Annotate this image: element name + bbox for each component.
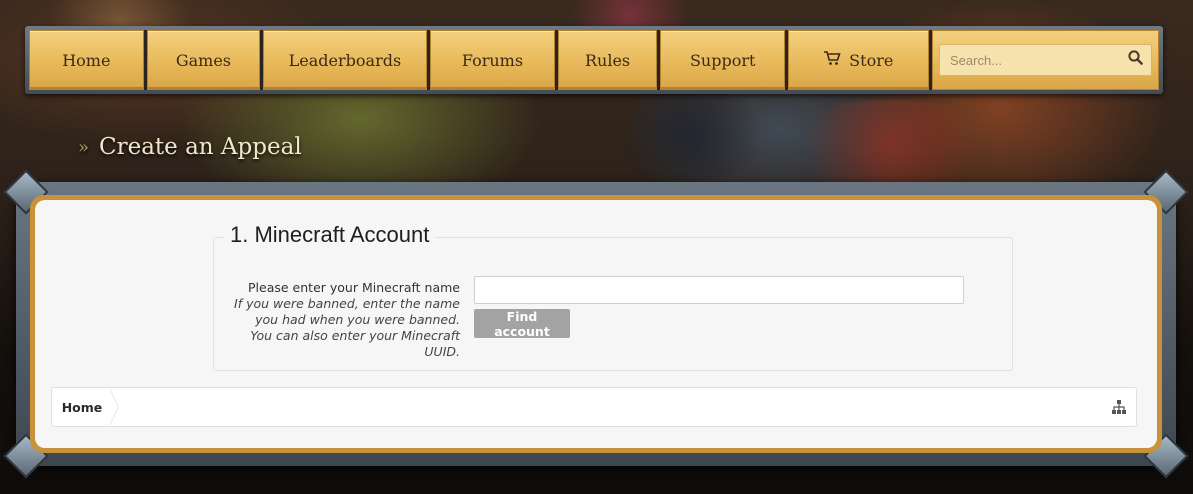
nav-item-label: Support xyxy=(689,50,756,70)
nav-item-label: Rules xyxy=(584,50,631,70)
sitemap-icon[interactable] xyxy=(1112,400,1126,414)
nav-item-label: Home xyxy=(62,50,111,70)
content-gold-border: 1. Minecraft Account Please enter your M… xyxy=(30,195,1162,453)
nav-item-label: Games xyxy=(175,50,231,70)
nav-item-store[interactable]: Store xyxy=(788,30,929,90)
title-arrow: » xyxy=(78,136,90,158)
main-navigation: Home Games Leaderboards Forums Rules Sup… xyxy=(25,26,1163,94)
minecraft-account-fieldset: 1. Minecraft Account Please enter your M… xyxy=(213,222,1013,371)
nav-item-rules[interactable]: Rules xyxy=(558,30,657,90)
field-label: Please enter your Minecraft name xyxy=(248,280,460,295)
cart-icon xyxy=(824,50,841,70)
content-frame: 1. Minecraft Account Please enter your M… xyxy=(3,169,1189,479)
breadcrumb-home[interactable]: Home xyxy=(52,388,112,426)
search-icon[interactable] xyxy=(1128,50,1143,70)
page-title: » Create an Appeal xyxy=(78,134,302,160)
find-account-button[interactable]: Find account xyxy=(474,309,570,339)
breadcrumb-separator-fill xyxy=(109,388,118,426)
minecraft-name-input[interactable] xyxy=(474,276,964,304)
nav-item-leaderboards[interactable]: Leaderboards xyxy=(263,30,427,90)
field-hint: If you were banned, enter the name you h… xyxy=(234,296,460,359)
nav-item-forums[interactable]: Forums xyxy=(429,30,556,90)
breadcrumb: Home xyxy=(51,387,1137,427)
nav-item-label: Forums xyxy=(461,50,524,70)
nav-item-home[interactable]: Home xyxy=(29,30,144,90)
page-title-text: Create an Appeal xyxy=(99,134,302,160)
fieldset-legend: 1. Minecraft Account xyxy=(224,222,436,248)
content-panel: 1. Minecraft Account Please enter your M… xyxy=(35,200,1157,448)
nav-item-label: Store xyxy=(849,50,894,70)
nav-item-games[interactable]: Games xyxy=(146,30,261,90)
search-box xyxy=(939,44,1152,76)
search-input[interactable] xyxy=(948,51,1128,69)
nav-item-label: Leaderboards xyxy=(288,50,402,70)
nav-item-support[interactable]: Support xyxy=(659,30,786,90)
search-container xyxy=(932,30,1159,90)
field-label-block: Please enter your Minecraft name If you … xyxy=(234,280,460,360)
